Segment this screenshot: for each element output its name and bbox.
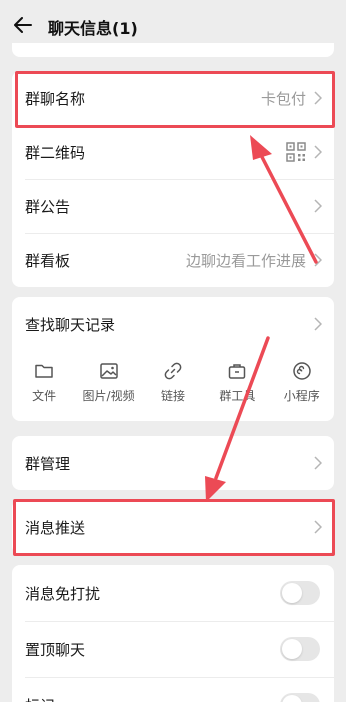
chevron-right-icon <box>314 317 322 331</box>
group-announcement-row[interactable]: 群公告 <box>12 179 334 233</box>
row-label: 群管理 <box>25 454 71 473</box>
toolbox-icon <box>229 364 246 379</box>
mark-toggle[interactable] <box>280 693 320 702</box>
folder-icon <box>35 364 53 378</box>
previous-card-edge <box>12 43 334 57</box>
page-title: 聊天信息(1) <box>48 19 138 38</box>
chat-history-card: 查找聊天记录 文件 图片/视频 链接 群工具 小程序 <box>12 297 334 421</box>
tool-images[interactable]: 图片/视频 <box>81 361 137 417</box>
toggle-knob <box>282 583 302 603</box>
row-label: 消息推送 <box>25 518 86 537</box>
message-push-card: 消息推送 <box>12 500 334 554</box>
group-name-row[interactable]: 群聊名称 卡包付 <box>12 71 334 125</box>
mute-toggle[interactable] <box>280 581 320 605</box>
row-label: 置顶聊天 <box>25 640 86 659</box>
search-history-row[interactable]: 查找聊天记录 <box>12 297 334 351</box>
tool-links[interactable]: 链接 <box>145 361 201 417</box>
mute-row: 消息免打扰 <box>12 565 334 621</box>
chevron-right-icon <box>314 145 322 159</box>
row-label: 群二维码 <box>25 143 86 162</box>
row-label: 消息免打扰 <box>25 584 101 603</box>
message-push-row[interactable]: 消息推送 <box>12 500 334 554</box>
row-label: 查找聊天记录 <box>25 315 116 334</box>
row-label: 群聊名称 <box>25 89 86 108</box>
tool-label: 小程序 <box>283 389 320 403</box>
mini-program-icon <box>293 362 311 380</box>
back-button[interactable] <box>12 14 34 36</box>
toggle-knob <box>282 639 302 659</box>
tool-label: 文件 <box>32 389 57 403</box>
tool-group-tools[interactable]: 群工具 <box>209 361 265 417</box>
tool-label: 链接 <box>160 389 185 403</box>
tool-files[interactable]: 文件 <box>16 361 72 417</box>
image-icon <box>99 363 118 379</box>
link-icon <box>164 362 182 380</box>
row-label: 标记 <box>25 695 55 702</box>
tool-label: 群工具 <box>219 389 256 403</box>
history-tools: 文件 图片/视频 链接 群工具 小程序 <box>12 351 334 417</box>
arrow-left-icon <box>14 17 32 33</box>
chevron-right-icon <box>314 456 322 470</box>
chat-settings-card: 消息免打扰 置顶聊天 标记 <box>12 565 334 702</box>
chevron-right-icon <box>314 253 322 267</box>
chevron-right-icon <box>314 199 322 213</box>
group-board-row[interactable]: 群看板 边聊边看工作进展 <box>12 233 334 287</box>
group-qr-row[interactable]: 群二维码 <box>12 125 334 179</box>
group-name-value: 卡包付 <box>260 89 306 108</box>
chevron-right-icon <box>314 520 322 534</box>
mark-row: 标记 <box>12 677 334 702</box>
chevron-right-icon <box>314 91 322 105</box>
pin-row: 置顶聊天 <box>12 621 334 677</box>
row-label: 群看板 <box>25 251 71 270</box>
pin-toggle[interactable] <box>280 637 320 661</box>
group-manage-row[interactable]: 群管理 <box>12 436 334 490</box>
tool-label: 图片/视频 <box>82 389 135 403</box>
group-manage-card: 群管理 <box>12 436 334 490</box>
group-info-card: 群聊名称 卡包付 群二维码 群公告 群看板 边聊边看工作进展 <box>12 71 334 287</box>
qr-code-icon <box>286 142 306 162</box>
group-board-value: 边聊边看工作进展 <box>185 251 306 270</box>
toggle-knob <box>282 695 302 702</box>
tool-mini-programs[interactable]: 小程序 <box>274 361 330 417</box>
row-label: 群公告 <box>25 197 71 216</box>
